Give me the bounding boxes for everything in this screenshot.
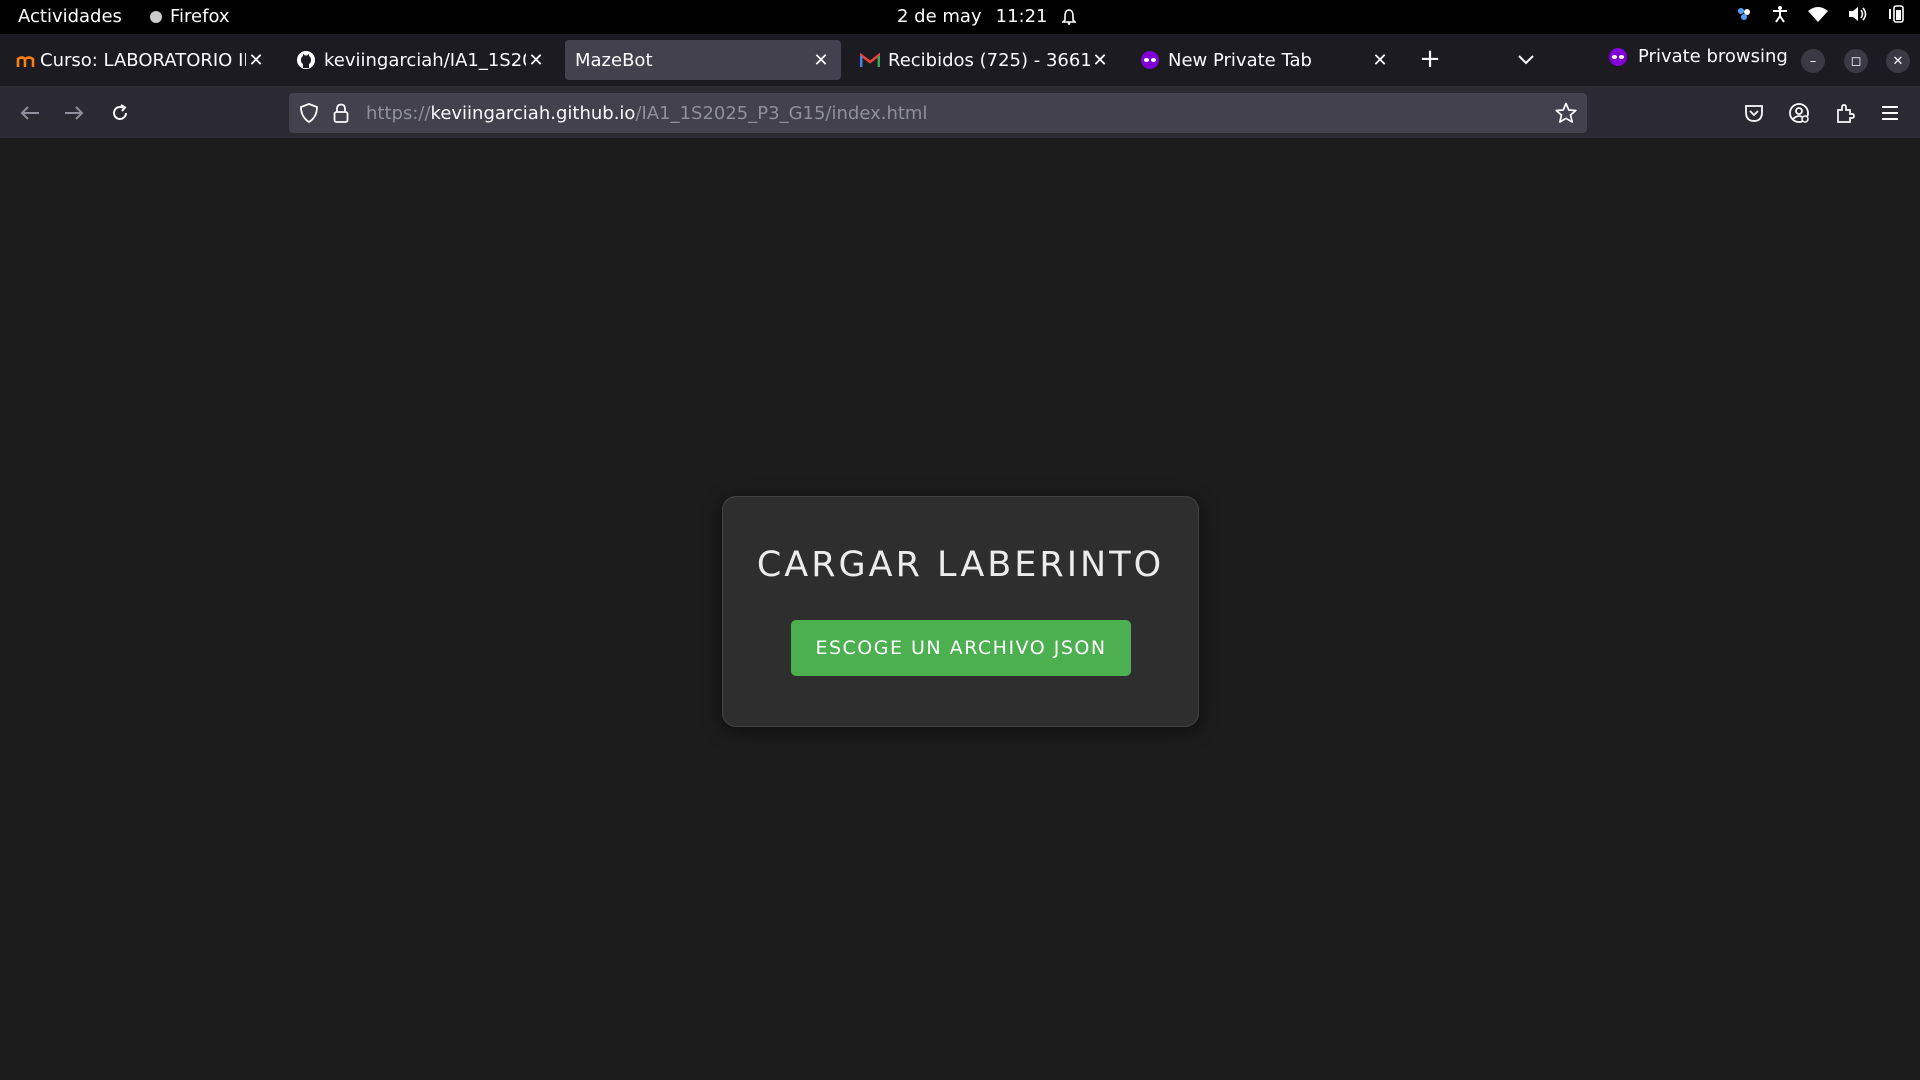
private-mask-icon [1609,47,1627,66]
reload-button[interactable] [106,99,134,127]
tab-moodle[interactable]: Curso: LABORATORIO INTELIGENCIA ✕ [6,40,276,80]
url-bar[interactable]: https://keviingarciah.github.io/IA1_1S20… [289,93,1587,133]
url-path: /IA1_1S2025_P3_G15/index.html [635,103,928,124]
tab-strip: Curso: LABORATORIO INTELIGENCIA ✕ keviin… [0,34,1920,86]
list-all-tabs-button[interactable] [1512,46,1540,74]
minimize-button[interactable]: – [1801,49,1825,73]
close-tab-icon[interactable]: ✕ [1370,50,1390,71]
reload-icon [113,104,127,120]
close-tab-icon[interactable]: ✕ [1090,50,1110,71]
app-menu-button[interactable] [1876,99,1904,127]
page-title: CARGAR LABERINTO [756,545,1165,585]
back-button[interactable] [16,99,44,127]
url-host: keviingarciah.github.io [430,103,636,124]
navigation-toolbar: https://keviingarciah.github.io/IA1_1S20… [0,86,1920,138]
lock-icon[interactable] [333,103,349,123]
accessibility-icon [1773,6,1787,23]
url-scheme: https:// [366,103,431,124]
clock[interactable]: 2 de may 11:21 [897,6,1076,27]
new-tab-button[interactable]: + [1416,46,1444,74]
account-button[interactable] [1785,99,1813,127]
system-top-bar: Actividades Firefox 2 de may 11:21 [0,0,1920,34]
tab-title: New Private Tab [1168,49,1312,71]
close-window-button[interactable]: ✕ [1886,49,1910,73]
activities-button[interactable]: Actividades [18,6,122,27]
tab-title: keviingarciah/IA1_1S2025_P3_G15 [324,49,526,71]
app-indicator-icon [1738,8,1750,20]
choose-json-file-button[interactable]: ESCOGE UN ARCHIVO JSON [791,620,1131,676]
bookmark-star-icon[interactable] [1555,102,1577,124]
tab-title: Curso: LABORATORIO INTELIGENCIA [40,49,246,71]
tab-github[interactable]: keviingarciah/IA1_1S2025_P3_G15 ✕ [286,40,556,80]
chevron-down-icon [1518,55,1534,65]
volume-icon [1849,7,1867,21]
date-label: 2 de may [897,6,982,27]
back-arrow-icon [20,106,39,120]
tab-gmail[interactable]: Recibidos (725) - 3661462 ✕ [850,40,1120,80]
github-icon [296,50,316,70]
firefox-icon [150,10,162,23]
close-tab-icon[interactable]: ✕ [246,50,266,71]
battery-icon [1889,5,1904,23]
puzzle-piece-icon [1837,104,1855,123]
private-browsing-indicator: Private browsing [1608,46,1788,67]
page-viewport: CARGAR LABERINTO ESCOGE UN ARCHIVO JSON [0,138,1920,1080]
tab-title: Recibidos (725) - 3661462 [888,49,1090,71]
app-name: Firefox [170,6,230,27]
tab-new-private[interactable]: New Private Tab ✕ [1130,40,1400,80]
tracking-protection-shield-icon[interactable] [299,103,319,123]
restore-button[interactable]: ◻ [1844,49,1868,73]
pocket-icon [1745,105,1763,122]
hamburger-menu-icon [1882,106,1898,120]
close-tab-icon[interactable]: ✕ [811,50,831,71]
tab-mazebot[interactable]: MazeBot ✕ [565,40,841,80]
pocket-button[interactable] [1740,99,1768,127]
private-mask-icon [1140,50,1160,70]
alarm-bell-icon [1061,8,1076,25]
private-browsing-label: Private browsing [1638,46,1788,67]
app-menu[interactable]: Firefox [150,6,230,27]
time-label: 11:21 [995,6,1048,27]
gmail-icon [860,50,880,70]
system-tray[interactable] [1736,5,1906,23]
forward-button[interactable] [60,99,88,127]
wifi-icon [1808,7,1828,22]
moodle-icon [16,50,36,70]
load-maze-card: CARGAR LABERINTO ESCOGE UN ARCHIVO JSON [722,496,1199,727]
close-tab-icon[interactable]: ✕ [526,50,546,71]
url-text[interactable]: https://keviingarciah.github.io/IA1_1S20… [366,103,927,124]
tab-title: MazeBot [575,49,653,71]
account-icon [1789,103,1809,123]
forward-arrow-icon [65,106,84,120]
extensions-button[interactable] [1831,99,1859,127]
